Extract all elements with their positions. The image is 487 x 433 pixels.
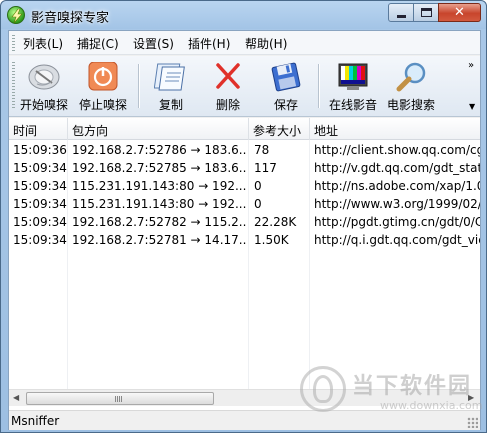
close-button[interactable]: ✕ [438,3,481,22]
maximize-button[interactable] [413,3,439,22]
copy-button[interactable]: 复制 [146,60,196,114]
cell-time: 15:09:34 [13,215,67,229]
movie-search-button[interactable]: 电影搜索 [383,60,439,114]
cell-direction: 192.168.2.7:52782 → 115.2... [72,215,247,229]
online-video-button[interactable]: 在线影音 [325,60,381,114]
column-divider[interactable] [248,118,249,140]
toolbar: 开始嗅探 停止嗅探 复制 删除 保存 在线影音 电影搜索 » ▼ [9,56,480,117]
movie-search-icon [394,62,428,92]
toolbar-separator [138,64,139,108]
start-sniff-button[interactable]: 开始嗅探 [17,60,71,114]
toolbar-grip[interactable] [12,62,15,110]
watermark: 当下软件园 www.downxia.com [300,366,483,426]
list-header: 时间 包方向 参考大小 地址 [9,118,480,140]
cell-time: 15:09:34 [13,197,67,211]
online-video-icon [336,62,370,92]
scroll-left-icon[interactable]: ◀ [13,393,19,402]
delete-icon [211,62,245,92]
stop-sniff-icon [86,61,120,92]
menu-grip[interactable] [12,35,15,51]
menu-help[interactable]: 帮助(H) [245,35,287,52]
cell-size: 117 [254,161,277,175]
watermark-logo-icon [300,366,346,412]
menu-plugins[interactable]: 插件(H) [188,35,230,52]
watermark-url: www.downxia.com [380,399,483,412]
copy-icon [153,62,188,92]
minimize-button[interactable] [388,3,414,22]
scrollbar-thumb[interactable] [26,392,214,405]
cell-url: http://q.i.gdt.qq.com/gdt_view [314,233,480,247]
movie-search-label: 电影搜索 [386,98,435,112]
column-header-size[interactable]: 参考大小 [253,122,309,139]
cell-size: 1.50K [254,233,289,247]
cell-direction: 192.168.2.7:52786 → 183.6... [72,143,247,157]
table-row[interactable]: 15:09:34 192.168.2.7:52782 → 115.2... 22… [9,214,480,232]
table-row[interactable]: 15:09:36 192.168.2.7:52786 → 183.6... 78… [9,142,480,160]
cell-size: 78 [254,143,270,157]
menu-bar: 列表(L) 捕捉(C) 设置(S) 插件(H) 帮助(H) [9,31,480,55]
stop-sniff-button[interactable]: 停止嗅探 [75,60,131,114]
cell-time: 15:09:34 [13,179,67,193]
app-window: 影音嗅探专家 ✕ 列表(L) 捕捉(C) 设置(S) 插件(H) 帮助(H) 开… [0,0,487,433]
cell-url: http://www.w3.org/1999/02/2 [314,197,480,211]
online-video-label: 在线影音 [328,98,377,112]
menu-settings[interactable]: 设置(S) [133,35,174,52]
cell-direction: 192.168.2.7:52781 → 14.17.... [72,233,247,247]
cell-size: 22.28K [254,215,297,229]
save-label: 保存 [273,98,298,112]
cell-direction: 192.168.2.7:52785 → 183.6... [72,161,247,175]
status-text: Msniffer [11,414,60,428]
title-bar[interactable]: 影音嗅探专家 ✕ [1,1,486,29]
save-button[interactable]: 保存 [261,60,311,114]
list-rows: 15:09:36 192.168.2.7:52786 → 183.6... 78… [9,142,480,250]
watermark-title: 当下软件园 [352,374,473,399]
start-sniff-label: 开始嗅探 [19,98,68,112]
cell-url: http://ns.adobe.com/xap/1.0/ [314,179,480,193]
menu-capture[interactable]: 捕捉(C) [77,35,119,52]
cell-size: 0 [254,179,262,193]
column-header-time[interactable]: 时间 [13,122,67,139]
copy-label: 复制 [158,98,183,112]
cell-url: http://v.gdt.qq.com/gdt_stats [314,161,480,175]
table-row[interactable]: 15:09:34 115.231.191.143:80 → 192.... 0 … [9,196,480,214]
minimize-icon [397,15,406,18]
cell-time: 15:09:34 [13,233,67,247]
close-icon: ✕ [454,5,465,20]
stop-sniff-label: 停止嗅探 [78,98,127,112]
toolbar-separator [318,64,319,108]
cell-size: 0 [254,197,262,211]
delete-label: 删除 [215,98,240,112]
cell-url: http://client.show.qq.com/cgi- [314,143,480,157]
table-row[interactable]: 15:09:34 192.168.2.7:52785 → 183.6... 11… [9,160,480,178]
menu-list[interactable]: 列表(L) [23,35,63,52]
delete-button[interactable]: 删除 [203,60,253,114]
toolbar-dropdown-icon[interactable]: ▼ [469,102,475,111]
column-header-direction[interactable]: 包方向 [72,122,242,139]
table-row[interactable]: 15:09:34 115.231.191.143:80 → 192.... 0 … [9,178,480,196]
cell-direction: 115.231.191.143:80 → 192.... [72,197,247,211]
save-icon [269,62,303,92]
window-title: 影音嗅探专家 [31,11,110,26]
toolbar-overflow-icon[interactable]: » [468,60,474,71]
column-header-url[interactable]: 地址 [314,122,474,139]
table-row[interactable]: 15:09:34 192.168.2.7:52781 → 14.17.... 1… [9,232,480,250]
column-divider[interactable] [309,118,310,140]
start-sniff-icon [27,62,61,92]
cell-time: 15:09:34 [13,161,67,175]
cell-time: 15:09:36 [13,143,67,157]
column-divider[interactable] [67,118,68,140]
maximize-icon [421,8,432,17]
thumb-grip-icon [115,396,123,402]
cell-direction: 115.231.191.143:80 → 192.... [72,179,247,193]
cell-url: http://pgdt.gtimg.cn/gdt/0/CA [314,215,480,229]
app-lightning-icon [7,6,25,24]
